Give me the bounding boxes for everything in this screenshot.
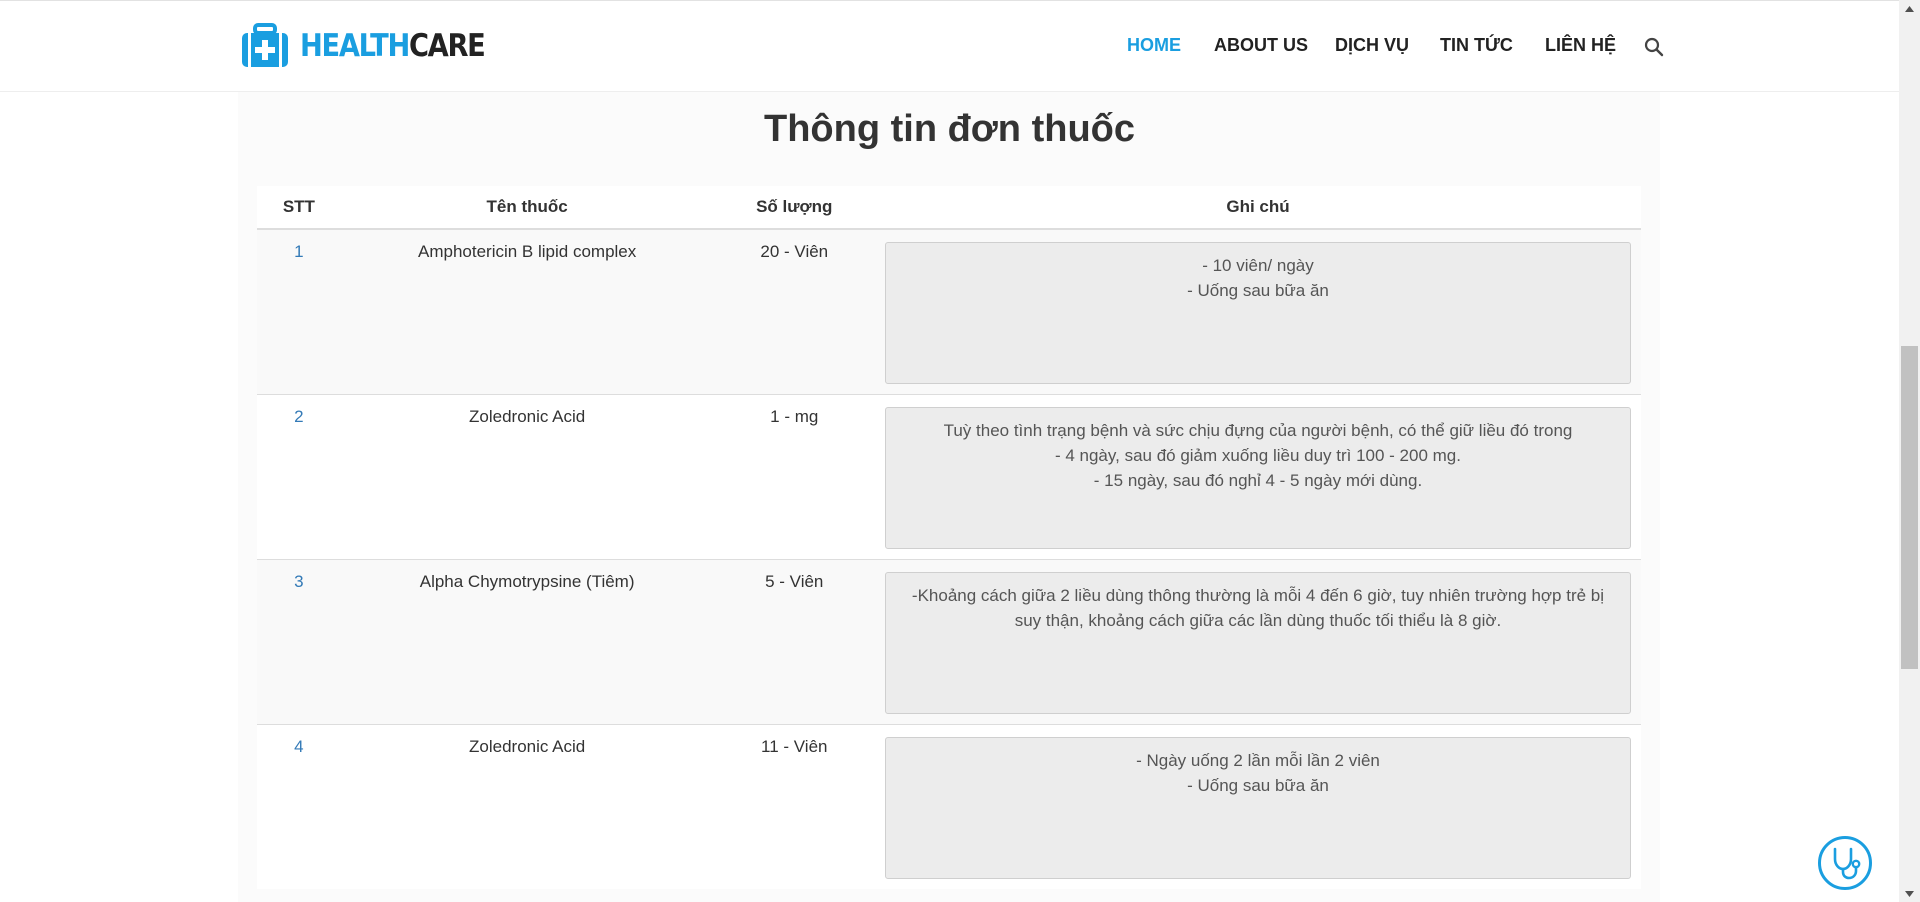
cell-note: Tuỳ theo tình trạng bệnh và sức chịu đựn… [874, 394, 1641, 560]
nav-item-about-us[interactable]: ABOUT US [1214, 35, 1308, 56]
cell-medicine-name: Zoledronic Acid [340, 724, 714, 889]
cell-quantity: 1 - mg [713, 394, 875, 560]
page: HEALTHCARE HOME ABOUT US DỊCH VỤ TIN TỨC… [0, 0, 1899, 902]
page-title: Thông tin đơn thuốc [763, 108, 1136, 150]
scrollbar-thumb[interactable] [1901, 346, 1918, 669]
stethoscope-icon [1833, 847, 1861, 880]
note-textarea[interactable]: - 10 viên/ ngày - Uống sau bữa ăn [884, 242, 1631, 384]
cell-note: -Khoảng cách giữa 2 liều dùng thông thườ… [874, 559, 1641, 725]
cell-stt: 3 [257, 559, 341, 725]
cell-quantity: 5 - Viên [713, 559, 875, 725]
scroll-down-arrow-icon[interactable] [1899, 885, 1920, 902]
table-row: 3 Alpha Chymotrypsine (Tiêm) 5 - Viên -K… [257, 559, 1641, 725]
row-number-link[interactable]: 4 [294, 737, 303, 756]
prescription-table: STT Tên thuốc Số lượng Ghi chú 1 Amphote… [257, 186, 1641, 889]
row-number-link[interactable]: 1 [294, 242, 303, 261]
cell-note: - 10 viên/ ngày - Uống sau bữa ăn [874, 228, 1641, 395]
cell-quantity: 11 - Viên [713, 724, 875, 889]
nav-item-tin-tuc[interactable]: TIN TỨC [1440, 35, 1513, 56]
cell-medicine-name: Zoledronic Acid [340, 394, 714, 560]
note-textarea[interactable]: -Khoảng cách giữa 2 liều dùng thông thườ… [884, 572, 1631, 714]
note-textarea[interactable]: Tuỳ theo tình trạng bệnh và sức chịu đựn… [884, 407, 1631, 549]
table-header-row: STT Tên thuốc Số lượng Ghi chú [257, 186, 1641, 230]
cell-stt: 2 [257, 394, 341, 560]
column-header-name: Tên thuốc [340, 186, 714, 230]
doctor-chat-button[interactable] [1818, 836, 1872, 890]
site-header: HEALTHCARE HOME ABOUT US DỊCH VỤ TIN TỨC… [0, 0, 1899, 92]
cell-quantity: 20 - Viên [713, 228, 875, 395]
column-header-quantity: Số lượng [713, 186, 875, 230]
table-row: 1 Amphotericin B lipid complex 20 - Viên… [257, 228, 1641, 395]
row-number-link[interactable]: 3 [294, 572, 303, 591]
cell-medicine-name: Amphotericin B lipid complex [340, 228, 714, 395]
row-number-link[interactable]: 2 [294, 407, 303, 426]
nav-item-dich-vu[interactable]: DỊCH VỤ [1335, 35, 1409, 56]
main-nav: HOME ABOUT US DỊCH VỤ TIN TỨC LIÊN HỆ [0, 1, 1899, 93]
nav-item-lien-he[interactable]: LIÊN HỆ [1545, 35, 1616, 56]
nav-item-home[interactable]: HOME [1127, 35, 1181, 56]
table-row: 2 Zoledronic Acid 1 - mg Tuỳ theo tình t… [257, 394, 1641, 560]
search-icon[interactable] [1644, 37, 1664, 57]
column-header-note: Ghi chú [874, 186, 1641, 230]
cell-medicine-name: Alpha Chymotrypsine (Tiêm) [340, 559, 714, 725]
table-row: 4 Zoledronic Acid 11 - Viên - Ngày uống … [257, 724, 1641, 889]
scroll-up-arrow-icon[interactable] [1899, 0, 1920, 17]
note-textarea[interactable]: - Ngày uống 2 lần mỗi lần 2 viên - Uống … [884, 737, 1631, 879]
cell-stt: 1 [257, 228, 341, 395]
cell-note: - Ngày uống 2 lần mỗi lần 2 viên - Uống … [874, 724, 1641, 889]
cell-stt: 4 [257, 724, 341, 889]
column-header-stt: STT [257, 186, 341, 230]
vertical-scrollbar[interactable] [1899, 0, 1920, 902]
